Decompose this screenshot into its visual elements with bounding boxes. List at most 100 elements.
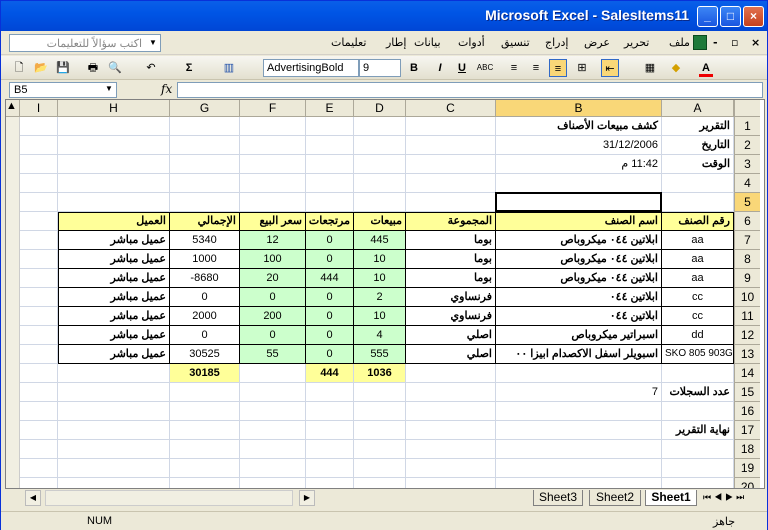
grid-cell[interactable] (306, 174, 354, 193)
cell-total[interactable]: 0 (170, 326, 240, 345)
print-icon[interactable]: 🖶 (83, 59, 103, 77)
grid-cell[interactable] (58, 478, 170, 488)
doc-close-button[interactable]: × (751, 36, 760, 49)
cell-group[interactable]: اصلي (406, 345, 496, 364)
grid-cell[interactable] (170, 136, 240, 155)
bold-button[interactable]: B (407, 59, 421, 77)
grid-cell[interactable] (306, 193, 354, 212)
row-header-19[interactable]: 19 (734, 459, 760, 478)
grid-cell[interactable] (496, 478, 662, 488)
doc-restore-button[interactable]: ▫ (731, 36, 738, 49)
column-header-i[interactable]: I (20, 100, 58, 117)
grid-cell[interactable] (240, 440, 306, 459)
cell-price[interactable]: 0 (240, 288, 306, 307)
cell-customer[interactable]: عميل مباشر (58, 250, 170, 269)
merge-center-icon[interactable]: ⊞ (573, 59, 591, 77)
grid-cell[interactable] (170, 440, 240, 459)
grid-cell[interactable] (354, 155, 406, 174)
title-label[interactable]: التقرير (662, 117, 734, 136)
cell-returns[interactable]: 0 (306, 231, 354, 250)
column-header-g[interactable]: G (170, 100, 240, 117)
grid-cell[interactable] (170, 383, 240, 402)
row-header-12[interactable]: 12 (734, 326, 760, 345)
cell-group[interactable]: فرنساوي (406, 288, 496, 307)
menu-window[interactable]: إطار (386, 36, 406, 49)
grid-cell[interactable] (240, 421, 306, 440)
cell-code[interactable]: cc (662, 288, 734, 307)
row-header-1[interactable]: 1 (734, 117, 760, 136)
open-icon[interactable]: 📂 (31, 59, 51, 77)
grid-cell[interactable] (354, 421, 406, 440)
maximize-button[interactable]: □ (720, 6, 741, 27)
grid-cell[interactable] (406, 155, 496, 174)
grid-cell[interactable] (20, 117, 58, 136)
grid-cell[interactable] (170, 402, 240, 421)
cell-sales[interactable]: 4 (354, 326, 406, 345)
grid-cell[interactable] (20, 288, 58, 307)
row-header-8[interactable]: 8 (734, 250, 760, 269)
grid-cell[interactable] (662, 364, 734, 383)
font-color-button[interactable]: A (699, 59, 713, 77)
save-icon[interactable]: 💾 (53, 59, 73, 77)
grid-cell[interactable] (170, 117, 240, 136)
grid-cell[interactable] (58, 174, 170, 193)
scroll-left-icon[interactable]: ◀ (25, 490, 41, 506)
grid-cell[interactable] (20, 326, 58, 345)
cell-total[interactable]: 1000 (170, 250, 240, 269)
grid-cell[interactable] (20, 307, 58, 326)
cell-returns[interactable]: 0 (306, 307, 354, 326)
cell-total[interactable]: 0 (170, 288, 240, 307)
formula-input[interactable] (177, 82, 763, 98)
new-icon[interactable]: 🗋 (9, 59, 29, 77)
grid-cell[interactable] (20, 383, 58, 402)
grid-cell[interactable] (170, 193, 240, 212)
menu-data[interactable]: بيانات (414, 36, 441, 49)
grid-cell[interactable] (240, 136, 306, 155)
cell-group[interactable]: بوما (406, 250, 496, 269)
grid-cell[interactable] (240, 459, 306, 478)
cell-total[interactable]: 30525 (170, 345, 240, 364)
grid-cell[interactable] (662, 478, 734, 488)
row-header-16[interactable]: 16 (734, 402, 760, 421)
grid-cell[interactable] (306, 117, 354, 136)
grid-cell[interactable] (406, 136, 496, 155)
minimize-button[interactable]: _ (697, 6, 718, 27)
grid-cell[interactable] (170, 421, 240, 440)
grid-cell[interactable] (20, 231, 58, 250)
menu-format[interactable]: تنسيق (501, 36, 530, 49)
time-label[interactable]: الوقت (662, 155, 734, 174)
cell-sales[interactable]: 555 (354, 345, 406, 364)
cell-customer[interactable]: عميل مباشر (58, 231, 170, 250)
column-header-c[interactable]: C (406, 100, 496, 117)
cell-price[interactable]: 12 (240, 231, 306, 250)
grid-cell[interactable] (306, 440, 354, 459)
header-group[interactable]: المجموعة (406, 212, 496, 231)
grid-cell[interactable] (170, 155, 240, 174)
grid-cell[interactable] (354, 136, 406, 155)
grid-cell[interactable] (306, 459, 354, 478)
cell-total[interactable]: 5340 (170, 231, 240, 250)
grid-cell[interactable] (354, 459, 406, 478)
worksheet-grid[interactable]: ▲ I H G F E D C B A 1 2 3 4 5 6 7 8 9 10 11 12 13 14 15 16 17 18 19 2… (5, 99, 765, 489)
column-header-d[interactable]: D (354, 100, 406, 117)
menu-tools[interactable]: أدوات (458, 36, 485, 49)
cell-name[interactable]: ابلاتين ٠٤٤ (496, 288, 662, 307)
grid-cell[interactable] (406, 421, 496, 440)
column-header-f[interactable]: F (240, 100, 306, 117)
select-all-corner[interactable] (734, 100, 760, 117)
cell-name[interactable]: ابلاتين ٠٤٤ ميكروباص (496, 250, 662, 269)
header-price[interactable]: سعر البيع (240, 212, 306, 231)
chevron-down-icon[interactable]: ▼ (105, 84, 113, 93)
grid-cell[interactable] (240, 174, 306, 193)
grid-cell[interactable] (306, 136, 354, 155)
cell-customer[interactable]: عميل مباشر (58, 345, 170, 364)
grid-cell[interactable] (354, 383, 406, 402)
column-header-b[interactable]: B (496, 100, 662, 117)
fill-color-icon[interactable]: ◆ (667, 59, 685, 77)
report-time[interactable]: 11:42 م (496, 155, 662, 174)
tab-sheet2[interactable]: Sheet2 (589, 490, 641, 506)
cell-customer[interactable]: عميل مباشر (58, 288, 170, 307)
grid-cell[interactable] (58, 459, 170, 478)
cell-price[interactable]: 200 (240, 307, 306, 326)
cell-code[interactable]: cc (662, 307, 734, 326)
